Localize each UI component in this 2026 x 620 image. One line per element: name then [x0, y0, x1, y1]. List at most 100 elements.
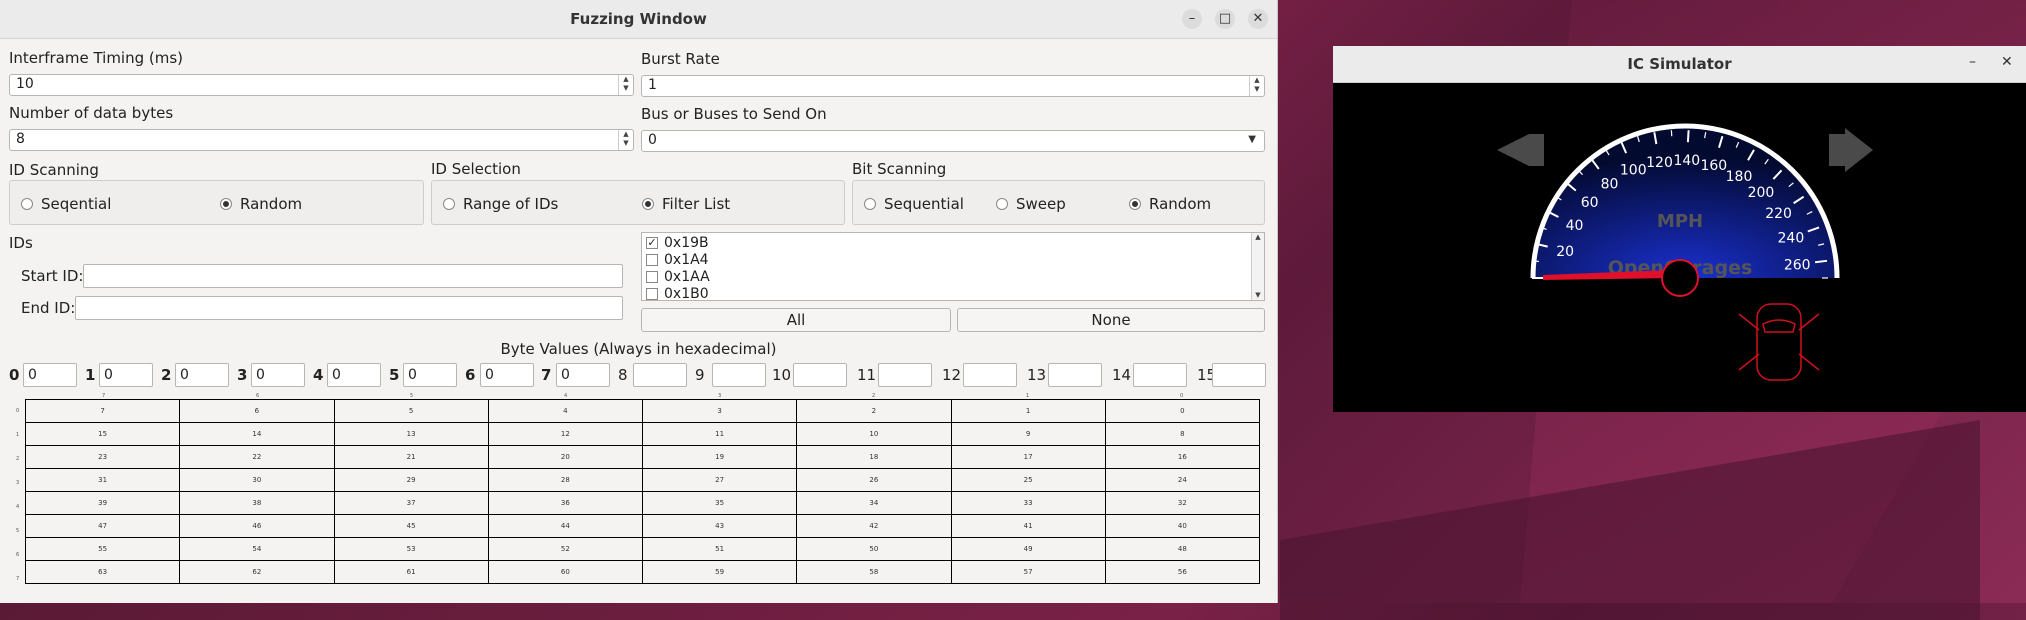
byte-input-15[interactable]: [1212, 363, 1266, 387]
byte-input-11[interactable]: [878, 363, 932, 387]
bit-cell[interactable]: 4: [488, 400, 642, 423]
bit-cell[interactable]: 41: [951, 515, 1105, 538]
byte-input-0[interactable]: 0: [23, 363, 77, 387]
byte-input-3[interactable]: 0: [251, 363, 305, 387]
byte-input-12[interactable]: [963, 363, 1017, 387]
bit-cell[interactable]: 56: [1105, 561, 1259, 584]
checkbox-icon[interactable]: [646, 288, 658, 300]
spin-arrows-icon[interactable]: ▲▼: [618, 75, 633, 95]
bit-cell[interactable]: 35: [643, 492, 797, 515]
spin-arrows-icon[interactable]: ▲▼: [618, 130, 633, 150]
list-item[interactable]: 0x1A4: [646, 252, 709, 268]
byte-input-4[interactable]: 0: [327, 363, 381, 387]
bit-cell[interactable]: 49: [951, 538, 1105, 561]
byte-input-5[interactable]: 0: [403, 363, 457, 387]
bit-cell[interactable]: 31: [26, 469, 180, 492]
bit-cell[interactable]: 18: [797, 446, 951, 469]
bit-cell[interactable]: 29: [334, 469, 488, 492]
bit-cell[interactable]: 36: [488, 492, 642, 515]
byte-input-6[interactable]: 0: [480, 363, 534, 387]
bit-cell[interactable]: 39: [26, 492, 180, 515]
byte-input-9[interactable]: [712, 363, 766, 387]
bit-cell[interactable]: 45: [334, 515, 488, 538]
bit-cell[interactable]: 19: [643, 446, 797, 469]
bit-cell[interactable]: 42: [797, 515, 951, 538]
radio-bit-sweep[interactable]: Sweep: [996, 195, 1066, 213]
id-filter-list[interactable]: ✓0x19B 0x1A4 0x1AA 0x1B0 ▲▼: [641, 232, 1265, 301]
bit-cell[interactable]: 24: [1105, 469, 1259, 492]
bit-cell[interactable]: 27: [643, 469, 797, 492]
maximize-icon[interactable]: □: [1215, 9, 1235, 29]
bit-cell[interactable]: 22: [180, 446, 334, 469]
bit-cell[interactable]: 2: [797, 400, 951, 423]
byte-input-13[interactable]: [1048, 363, 1102, 387]
bus-select[interactable]: 0 ▼: [641, 130, 1265, 152]
bit-cell[interactable]: 28: [488, 469, 642, 492]
list-item[interactable]: 0x1B0: [646, 286, 709, 301]
bit-cell[interactable]: 54: [180, 538, 334, 561]
bit-cell[interactable]: 14: [180, 423, 334, 446]
bit-cell[interactable]: 40: [1105, 515, 1259, 538]
bit-cell[interactable]: 61: [334, 561, 488, 584]
bit-cell[interactable]: 50: [797, 538, 951, 561]
close-icon[interactable]: ✕: [1248, 9, 1268, 29]
end-id-input[interactable]: [75, 296, 623, 320]
bit-cell[interactable]: 10: [797, 423, 951, 446]
bit-cell[interactable]: 12: [488, 423, 642, 446]
none-button[interactable]: None: [957, 308, 1265, 332]
bit-cell[interactable]: 51: [643, 538, 797, 561]
bit-cell[interactable]: 38: [180, 492, 334, 515]
bit-cell[interactable]: 37: [334, 492, 488, 515]
bit-cell[interactable]: 30: [180, 469, 334, 492]
bit-cell[interactable]: 5: [334, 400, 488, 423]
checkbox-icon[interactable]: [646, 271, 658, 283]
list-item[interactable]: 0x1AA: [646, 269, 710, 285]
bit-cell[interactable]: 58: [797, 561, 951, 584]
bit-cell[interactable]: 32: [1105, 492, 1259, 515]
databytes-spinbox[interactable]: 8 ▲▼: [9, 129, 634, 151]
bit-cell[interactable]: 52: [488, 538, 642, 561]
bit-cell[interactable]: 53: [334, 538, 488, 561]
radio-range-of-ids[interactable]: Range of IDs: [443, 195, 558, 213]
bit-cell[interactable]: 26: [797, 469, 951, 492]
bit-cell[interactable]: 44: [488, 515, 642, 538]
bit-cell[interactable]: 62: [180, 561, 334, 584]
bit-cell[interactable]: 46: [180, 515, 334, 538]
all-button[interactable]: All: [641, 308, 951, 332]
bit-cell[interactable]: 3: [643, 400, 797, 423]
checkbox-icon[interactable]: [646, 254, 658, 266]
radio-bit-random[interactable]: Random: [1129, 195, 1211, 213]
bit-cell[interactable]: 33: [951, 492, 1105, 515]
start-id-input[interactable]: [83, 264, 623, 288]
burst-spinbox[interactable]: 1 ▲▼: [641, 75, 1265, 97]
checkbox-checked-icon[interactable]: ✓: [646, 237, 658, 249]
byte-input-8[interactable]: [633, 363, 687, 387]
bit-cell[interactable]: 11: [643, 423, 797, 446]
bit-cell[interactable]: 17: [951, 446, 1105, 469]
byte-input-1[interactable]: 0: [99, 363, 153, 387]
bit-cell[interactable]: 20: [488, 446, 642, 469]
minimize-icon[interactable]: –: [1182, 9, 1202, 29]
byte-input-10[interactable]: [793, 363, 847, 387]
bit-cell[interactable]: 55: [26, 538, 180, 561]
list-item[interactable]: ✓0x19B: [646, 235, 709, 251]
bit-cell[interactable]: 23: [26, 446, 180, 469]
bit-cell[interactable]: 57: [951, 561, 1105, 584]
bit-cell[interactable]: 0: [1105, 400, 1259, 423]
bit-cell[interactable]: 1: [951, 400, 1105, 423]
bit-grid[interactable]: 7654321015141312111098232221201918171631…: [25, 399, 1260, 584]
interframe-spinbox[interactable]: 10 ▲▼: [9, 74, 634, 96]
bit-cell[interactable]: 9: [951, 423, 1105, 446]
bit-cell[interactable]: 47: [26, 515, 180, 538]
bit-cell[interactable]: 34: [797, 492, 951, 515]
bit-cell[interactable]: 48: [1105, 538, 1259, 561]
list-scrollbar[interactable]: ▲▼: [1251, 233, 1264, 300]
bit-cell[interactable]: 16: [1105, 446, 1259, 469]
bit-cell[interactable]: 21: [334, 446, 488, 469]
byte-input-2[interactable]: 0: [175, 363, 229, 387]
bit-cell[interactable]: 7: [26, 400, 180, 423]
bit-cell[interactable]: 59: [643, 561, 797, 584]
byte-input-14[interactable]: [1133, 363, 1187, 387]
spin-arrows-icon[interactable]: ▲▼: [1249, 76, 1264, 96]
bit-cell[interactable]: 8: [1105, 423, 1259, 446]
